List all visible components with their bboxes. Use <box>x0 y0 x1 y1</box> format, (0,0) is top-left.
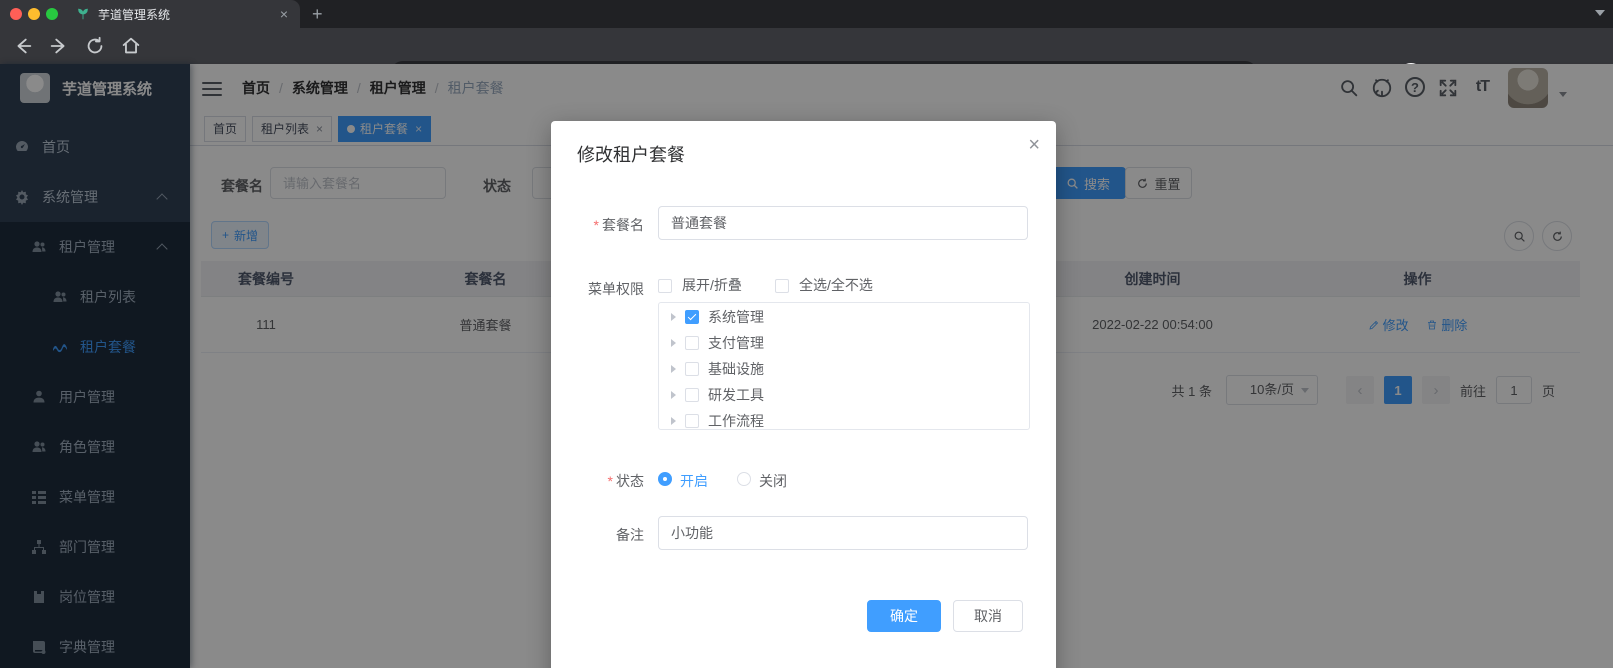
tree-expand-caret-icon[interactable] <box>671 417 676 425</box>
modal-title: 修改租户套餐 <box>577 141 685 167</box>
window-close-button[interactable] <box>10 8 22 20</box>
forward-icon[interactable] <box>48 35 70 57</box>
app-viewport: 芋道管理系统 首页 系统管理 租户管理 <box>0 64 1613 668</box>
expand-collapse-checkbox[interactable] <box>658 279 672 293</box>
menu-permission-label: 菜单权限 <box>551 279 644 299</box>
tree-expand-caret-icon[interactable] <box>671 391 676 399</box>
tree-node-label: 研发工具 <box>708 385 764 405</box>
tab-close-icon[interactable]: × <box>278 6 290 22</box>
new-tab-button[interactable]: + <box>312 2 323 26</box>
menu-permission-tree: 系统管理 支付管理 基础设施 研发工具 <box>658 302 1030 430</box>
check-all-label: 全选/全不选 <box>799 275 873 295</box>
window-minimize-button[interactable] <box>28 8 40 20</box>
package-name-input[interactable] <box>658 206 1028 240</box>
reload-icon[interactable] <box>84 35 106 57</box>
tree-node-checkbox[interactable] <box>685 310 699 324</box>
browser-toolbar: localhost:1024/system/tenant/package ☆ 1… <box>0 28 1613 64</box>
browser-tab[interactable]: 芋道管理系统 × <box>66 0 300 28</box>
expand-collapse-label: 展开/折叠 <box>682 275 742 295</box>
tree-node-workflow[interactable]: 工作流程 <box>659 408 1029 430</box>
status-on-label[interactable]: 开启 <box>680 471 708 491</box>
tree-expand-caret-icon[interactable] <box>671 365 676 373</box>
confirm-button[interactable]: 确定 <box>867 600 941 632</box>
edit-package-modal: 修改租户套餐 × *套餐名 菜单权限 展开/折叠 全选/全不选 系统管理 <box>551 121 1056 668</box>
browser-tab-title: 芋道管理系统 <box>98 6 278 23</box>
modal-close-icon[interactable]: × <box>1028 135 1040 155</box>
remark-input[interactable] <box>658 516 1028 550</box>
remark-label: 备注 <box>551 525 644 545</box>
browser-tab-strip: 芋道管理系统 × + <box>0 0 1613 28</box>
status-on-radio[interactable] <box>658 472 672 486</box>
tree-node-checkbox[interactable] <box>685 362 699 376</box>
tree-node-label: 系统管理 <box>708 307 764 327</box>
screen: 芋道管理系统 × + localhost:1024/system/tenant/… <box>0 0 1613 668</box>
tree-node-label: 基础设施 <box>708 359 764 379</box>
tree-node-pay[interactable]: 支付管理 <box>659 330 1029 355</box>
status-off-radio[interactable] <box>737 472 751 486</box>
favicon-plant-icon <box>76 7 90 21</box>
home-icon[interactable] <box>120 35 142 57</box>
window-zoom-button[interactable] <box>46 8 58 20</box>
tree-node-label: 工作流程 <box>708 411 764 431</box>
tree-expand-caret-icon[interactable] <box>671 313 676 321</box>
window-controls <box>0 0 66 28</box>
tree-node-checkbox[interactable] <box>685 414 699 428</box>
tree-node-infra[interactable]: 基础设施 <box>659 356 1029 381</box>
check-all-checkbox[interactable] <box>775 279 789 293</box>
required-mark: * <box>594 217 599 233</box>
status-label: *状态 <box>551 471 644 491</box>
package-name-label: *套餐名 <box>551 215 644 235</box>
tree-expand-caret-icon[interactable] <box>671 339 676 347</box>
status-off-label[interactable]: 关闭 <box>759 471 787 491</box>
tree-node-devtools[interactable]: 研发工具 <box>659 382 1029 407</box>
back-icon[interactable] <box>12 35 34 57</box>
cancel-button[interactable]: 取消 <box>953 600 1023 632</box>
tree-node-checkbox[interactable] <box>685 388 699 402</box>
tree-node-system[interactable]: 系统管理 <box>659 304 1029 329</box>
tree-node-checkbox[interactable] <box>685 336 699 350</box>
required-mark: * <box>608 473 613 489</box>
chevron-down-icon[interactable] <box>1595 10 1605 16</box>
tree-node-label: 支付管理 <box>708 333 764 353</box>
